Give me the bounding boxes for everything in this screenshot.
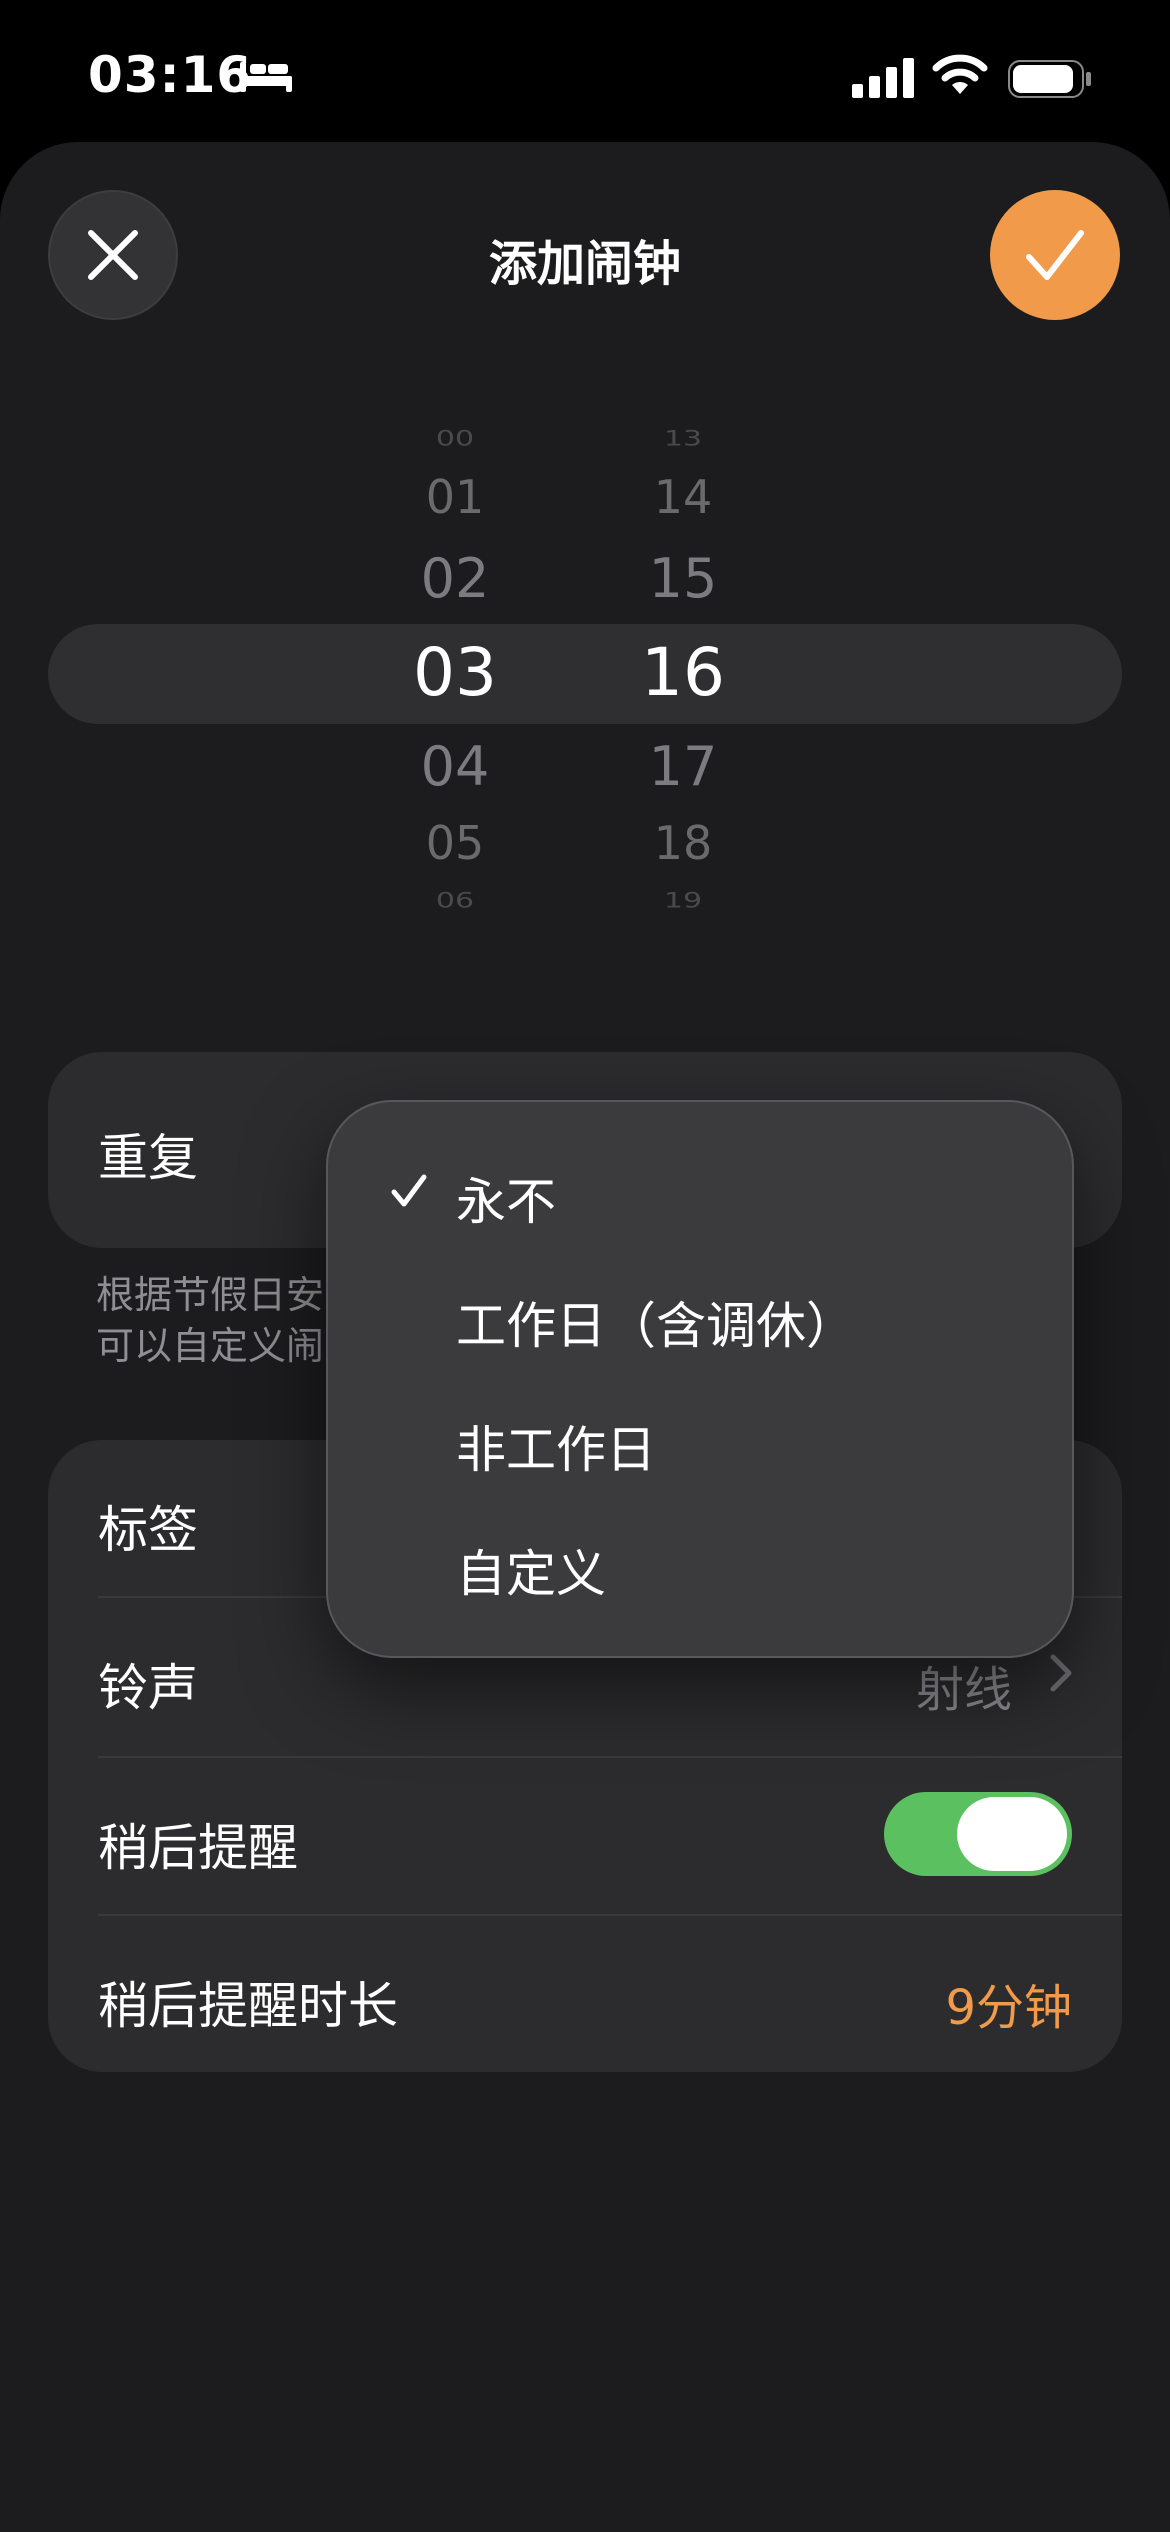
- hour-option[interactable]: 05: [385, 820, 525, 866]
- ringtone-label: 铃声: [98, 1659, 198, 1717]
- selected-minute[interactable]: 16: [613, 640, 753, 706]
- signal-icon: [852, 58, 914, 98]
- picker-selection-band: [48, 624, 1122, 724]
- bed-icon: [240, 62, 292, 92]
- toggle-knob: [957, 1797, 1067, 1871]
- minute-option[interactable]: 18: [613, 820, 753, 866]
- minute-option[interactable]: 14: [613, 474, 753, 520]
- snooze-toggle[interactable]: [884, 1792, 1072, 1876]
- checkmark-icon: [1026, 230, 1084, 280]
- minute-option[interactable]: 17: [613, 740, 753, 794]
- menu-item-custom[interactable]: 自定义: [328, 1502, 1076, 1626]
- repeat-label: 重复: [98, 1129, 198, 1187]
- hour-option[interactable]: 06: [385, 890, 525, 912]
- menu-item-label: 工作日（含调休）: [456, 1297, 856, 1355]
- menu-item-label: 永不: [456, 1173, 556, 1231]
- snooze-duration-row[interactable]: 稍后提醒时长 9分钟: [98, 1916, 1072, 2074]
- minute-option[interactable]: 15: [613, 552, 753, 606]
- snooze-duration-value: 9分钟: [945, 1980, 1072, 2036]
- wifi-icon: [932, 54, 988, 94]
- battery-icon: [1008, 60, 1091, 98]
- checkmark-icon: [391, 1174, 427, 1207]
- status-bar: 03:16: [0, 0, 1170, 150]
- menu-item-workdays[interactable]: 工作日（含调休）: [328, 1254, 1076, 1378]
- hour-option[interactable]: 04: [385, 740, 525, 794]
- confirm-button[interactable]: [990, 190, 1120, 320]
- label-row-label: 标签: [98, 1501, 198, 1559]
- repeat-menu: 永不 工作日（含调休） 非工作日 自定义: [326, 1100, 1074, 1658]
- chevron-right-icon: [1050, 1654, 1072, 1692]
- hour-option[interactable]: 00: [385, 428, 525, 450]
- selected-hour[interactable]: 03: [385, 640, 525, 706]
- ringtone-value: 射线: [915, 1662, 1012, 1718]
- menu-item-label: 自定义: [456, 1545, 606, 1603]
- status-time: 03:16: [88, 46, 253, 104]
- menu-item-non-workdays[interactable]: 非工作日: [328, 1378, 1076, 1502]
- hour-option[interactable]: 01: [385, 474, 525, 520]
- menu-item-label: 非工作日: [456, 1421, 656, 1479]
- snooze-label: 稍后提醒: [98, 1819, 298, 1877]
- menu-item-never[interactable]: 永不: [328, 1130, 1076, 1254]
- snooze-duration-label: 稍后提醒时长: [98, 1977, 398, 2035]
- minute-option[interactable]: 13: [613, 428, 753, 450]
- hour-option[interactable]: 02: [385, 552, 525, 606]
- snooze-row: 稍后提醒: [98, 1758, 1072, 1916]
- minute-option[interactable]: 19: [613, 890, 753, 912]
